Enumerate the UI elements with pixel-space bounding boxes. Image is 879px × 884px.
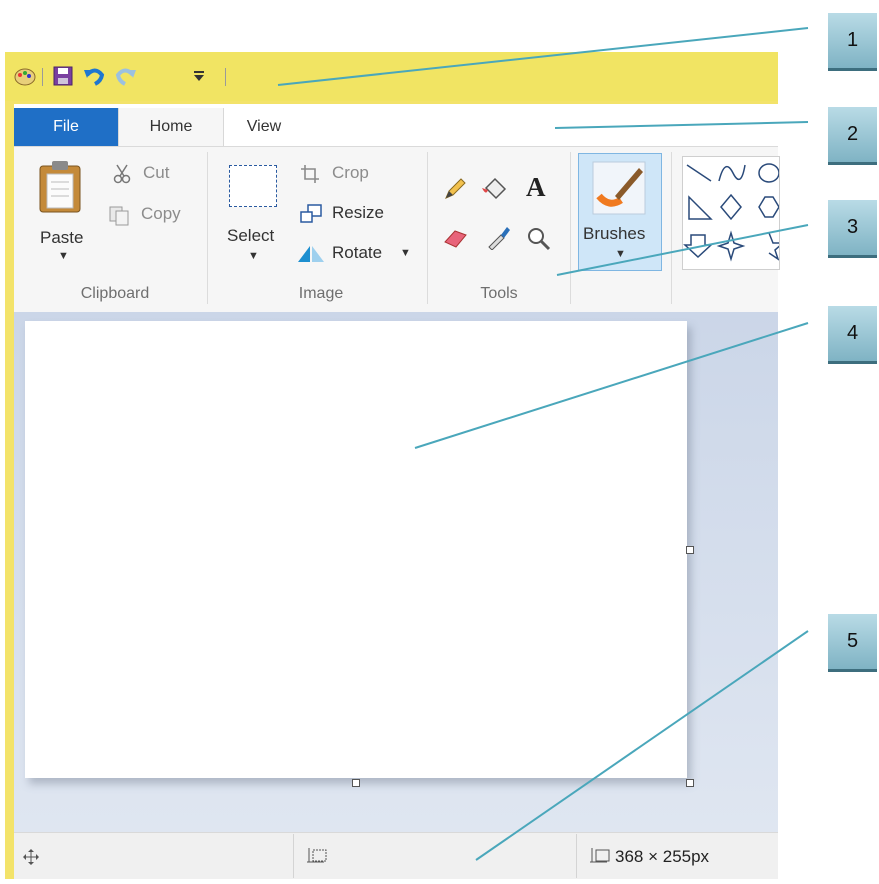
callout-4: 4 bbox=[828, 306, 877, 364]
callout-5: 5 bbox=[828, 614, 877, 672]
callout-2: 2 bbox=[828, 107, 877, 165]
leader-line-4 bbox=[414, 322, 809, 449]
callout-1: 1 bbox=[828, 13, 877, 71]
leader-line-5 bbox=[475, 630, 809, 861]
leader-line-3 bbox=[556, 224, 809, 276]
callout-3: 3 bbox=[828, 200, 877, 258]
leader-line-2 bbox=[554, 121, 809, 129]
callout-leader-lines bbox=[277, 27, 809, 861]
leader-line-1 bbox=[277, 27, 809, 86]
